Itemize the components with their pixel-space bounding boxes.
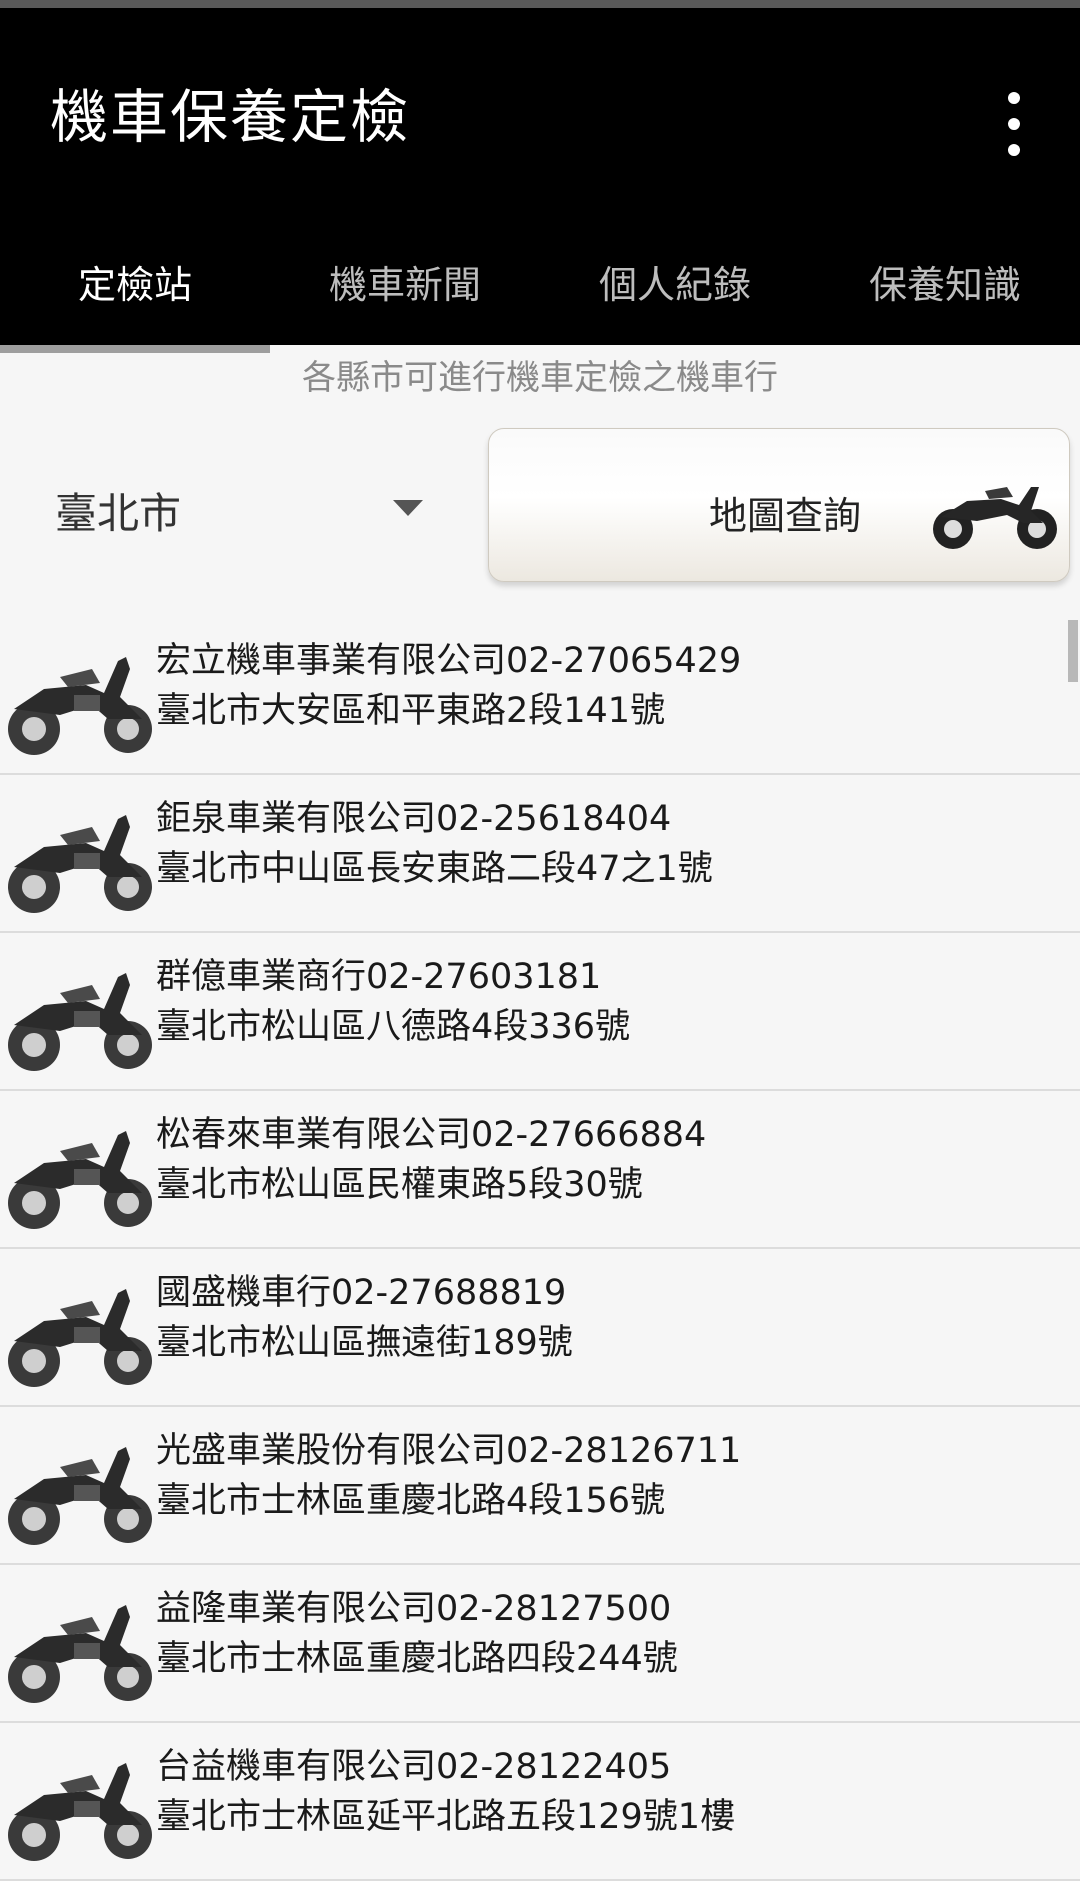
app-bar: 機車保養定檢 定檢站 機車新聞 個人紀錄 保養知識: [0, 8, 1080, 353]
shop-name-phone: 群億車業商行02-27603181: [156, 957, 602, 997]
shop-address: 臺北市松山區八德路4段336號: [156, 1007, 631, 1047]
tab-maintenance-knowledge[interactable]: 保養知識: [810, 226, 1080, 345]
tab-bar: 定檢站 機車新聞 個人紀錄 保養知識: [0, 226, 1080, 353]
shop-list-item[interactable]: 鉅泉車業有限公司02-25618404 臺北市中山區長安東路二段47之1號: [0, 775, 1080, 933]
page-subtitle: 各縣市可進行機車定檢之機車行: [302, 358, 778, 398]
motorcycle-thumbnail: [4, 955, 156, 1077]
motorcycle-thumbnail: [4, 1271, 156, 1393]
scrollbar[interactable]: [1068, 620, 1078, 682]
dropdown-arrow-icon: [393, 500, 423, 516]
shop-list-item[interactable]: 益隆車業有限公司02-28127500 臺北市士林區重慶北路四段244號: [0, 1565, 1080, 1723]
shop-list-item[interactable]: 光盛車業股份有限公司02-28126711 臺北市士林區重慶北路4段156號: [0, 1407, 1080, 1565]
city-dropdown[interactable]: 臺北市: [30, 455, 450, 555]
shop-name-phone: 國盛機車行02-27688819: [156, 1273, 567, 1313]
city-dropdown-value: 臺北市: [55, 489, 182, 538]
shop-list: 宏立機車事業有限公司02-27065429 臺北市大安區和平東路2段141號 鉅泉車…: [0, 617, 1080, 1881]
shop-address: 臺北市松山區民權東路5段30號: [156, 1165, 643, 1205]
tab-inspection-stations[interactable]: 定檢站: [0, 226, 270, 353]
motorcycle-thumbnail: [4, 797, 156, 919]
tab-motorcycle-news[interactable]: 機車新聞: [270, 226, 540, 345]
shop-list-item[interactable]: 松春來車業有限公司02-27666884 臺北市松山區民權東路5段30號: [0, 1091, 1080, 1249]
shop-name-phone: 台益機車有限公司02-28122405: [156, 1747, 672, 1787]
shop-name-phone: 益隆車業有限公司02-28127500: [156, 1589, 672, 1629]
shop-address: 臺北市中山區長安東路二段47之1號: [156, 849, 713, 889]
shop-address: 臺北市大安區和平東路2段141號: [156, 691, 666, 731]
shop-list-item[interactable]: 宏立機車事業有限公司02-27065429 臺北市大安區和平東路2段141號: [0, 617, 1080, 775]
app-title: 機車保養定檢: [50, 83, 411, 151]
shop-address: 臺北市士林區延平北路五段129號1樓: [156, 1797, 736, 1837]
shop-name-phone: 鉅泉車業有限公司02-25618404: [156, 799, 672, 839]
motorcycle-thumbnail: [4, 1745, 156, 1867]
more-vert-icon[interactable]: [992, 92, 1036, 156]
motorcycle-thumbnail: [4, 1113, 156, 1235]
motorcycle-icon: [933, 487, 1057, 549]
shop-address: 臺北市松山區撫遠街189號: [156, 1323, 573, 1363]
shop-name-phone: 光盛車業股份有限公司02-28126711: [156, 1431, 742, 1471]
shop-name-phone: 松春來車業有限公司02-27666884: [156, 1115, 707, 1155]
motorcycle-thumbnail: [4, 1587, 156, 1709]
shop-list-item[interactable]: 國盛機車行02-27688819 臺北市松山區撫遠街189號: [0, 1249, 1080, 1407]
shop-list-item[interactable]: 台益機車有限公司02-28122405 臺北市士林區延平北路五段129號1樓: [0, 1723, 1080, 1881]
motorcycle-thumbnail: [4, 1429, 156, 1551]
status-strip: [0, 0, 1080, 8]
shop-address: 臺北市士林區重慶北路四段244號: [156, 1639, 678, 1679]
shop-name-phone: 宏立機車事業有限公司02-27065429: [156, 641, 742, 681]
map-search-button[interactable]: 地圖查詢: [488, 428, 1070, 582]
motorcycle-thumbnail: [4, 639, 156, 761]
shop-list-item[interactable]: 群億車業商行02-27603181 臺北市松山區八德路4段336號: [0, 933, 1080, 1091]
tab-personal-records[interactable]: 個人紀錄: [540, 226, 810, 345]
shop-address: 臺北市士林區重慶北路4段156號: [156, 1481, 666, 1521]
map-search-label: 地圖查詢: [709, 494, 862, 538]
